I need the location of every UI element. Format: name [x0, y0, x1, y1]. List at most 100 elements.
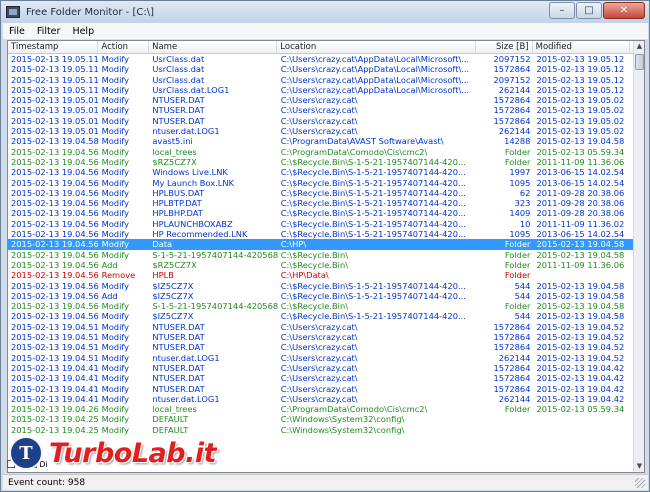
table-row[interactable]: 2015-02-13 19.04.56 Modify S-1-5-21-195740… — [8, 301, 634, 311]
cell-size: Folder — [504, 301, 531, 312]
scroll-thumb[interactable] — [635, 54, 644, 70]
table-row[interactable]: 2015-02-13 19.05.11 Modify UsrClass.dat C:\… — [8, 75, 634, 85]
cell-location: C:\$Recycle.Bin\ — [280, 249, 348, 260]
table-row[interactable]: 2015-02-13 19.04.56 Modify $IZ5CZ7X C:\$Rec… — [8, 281, 634, 291]
table-row[interactable]: 2015-02-13 19.04.56 Modify HPLBTP.DAT C:\$R… — [8, 198, 634, 208]
cell-location: C:\Users\crazy.cat\ — [280, 342, 358, 353]
cell-action: Add — [101, 259, 118, 270]
cell-modified: 2015-02-13 19.04.58 — [536, 249, 625, 260]
table-row[interactable]: 2015-02-13 19.04.56 Modify $RZ5CZ7X C:\$Rec… — [8, 157, 634, 167]
cell-modified: 2011-09-28 20.38.06 — [536, 187, 625, 198]
cell-action: Modify — [101, 342, 130, 353]
table-row[interactable]: 2015-02-13 19.04.56 Add $RZ5CZ7X C:\$Recycl… — [8, 260, 634, 270]
table-row[interactable]: 2015-02-13 19.04.56 Modify HPLAUNCHBOXABZ C… — [8, 219, 634, 229]
list-header: Timestamp Action Name Location Size [B] … — [8, 41, 635, 54]
cell-location: C:\Users\crazy.cat\ — [280, 352, 358, 363]
vertical-scrollbar[interactable]: ▲ ▼ — [633, 41, 644, 472]
cell-name: S-1-5-21-1957407144-420568... — [152, 301, 278, 312]
table-row[interactable]: 2015-02-13 19.04.56 Modify HPLBUS.DAT C:\$R… — [8, 188, 634, 198]
cell-action: Modify — [101, 239, 130, 250]
cell-action: Modify — [101, 404, 130, 415]
cell-size: 1095 — [509, 177, 531, 188]
column-header-timestamp[interactable]: Timestamp — [8, 41, 99, 54]
cell-modified: 2015-02-13 19.04.58 — [536, 280, 625, 291]
cell-modified: 2015-02-13 19.04.58 — [536, 301, 625, 312]
cell-name: NTUSER.DAT — [152, 332, 205, 343]
table-row[interactable]: 2015-02-13 19.04.41 Modify NTUSER.DAT C:\Us… — [8, 384, 634, 394]
event-count: Event count: 958 — [8, 477, 86, 488]
cell-action: Remove — [101, 270, 136, 281]
menu-bar: File Filter Help — [3, 23, 648, 40]
table-row[interactable]: 2015-02-13 19.04.51 Modify NTUSER.DAT C:\Us… — [8, 342, 634, 352]
table-row[interactable]: 2015-02-13 19.04.56 Modify Windows Live.LN… — [8, 167, 634, 177]
table-row[interactable]: 2015-02-13 19.04.41 Modify NTUSER.DAT C:\Us… — [8, 373, 634, 383]
cell-name: NTUSER.DAT — [152, 105, 205, 116]
table-row[interactable]: 2015-02-13 19.04.56 Modify $IZ5CZ7X C:\$Rec… — [8, 311, 634, 321]
table-row[interactable]: 2015-02-13 19.04.56 Modify local_trees C:\P… — [8, 147, 634, 157]
cell-location: C:\$Recycle.Bin\S-1-5-21-1957407144-420.… — [280, 177, 466, 188]
column-header-size[interactable]: Size [B] — [476, 41, 533, 54]
table-row[interactable]: 2015-02-13 19.05.01 Modify NTUSER.DAT C:\Us… — [8, 95, 634, 105]
cell-action: Modify — [101, 95, 130, 106]
table-row[interactable]: 2015-02-13 19.04.41 Modify ntuser.dat.LOG1… — [8, 394, 634, 404]
menu-file[interactable]: File — [3, 26, 31, 37]
table-row[interactable]: 2015-02-13 19.04.25 Modify DEFAULT C:\Windo… — [8, 414, 634, 424]
table-row[interactable]: 2015-02-13 19.04.51 Modify NTUSER.DAT C:\Us… — [8, 322, 634, 332]
scroll-up-arrow-icon[interactable]: ▲ — [634, 41, 644, 52]
table-row[interactable]: 2015-02-13 19.05.11 Modify UsrClass.dat.LO… — [8, 85, 634, 95]
table-row[interactable]: 2015-02-13 19.04.56 Modify S-1-5-21-195740… — [8, 250, 634, 260]
cell-modified: 2011-11-09 11.36.06 — [536, 156, 625, 167]
table-row[interactable]: 2015-02-13 19.05.11 Modify UsrClass.dat C:\… — [8, 64, 634, 74]
table-row[interactable]: 2015-02-13 19.04.56 Modify HPLBHP.DAT C:\$R… — [8, 208, 634, 218]
minimize-button[interactable]: – — [549, 2, 575, 19]
table-row[interactable]: 2015-02-13 19.04.26 Modify local_trees C:\P… — [8, 404, 634, 414]
menu-filter[interactable]: Filter — [31, 26, 67, 37]
close-button[interactable]: ✕ — [603, 2, 645, 19]
cell-name: Data — [152, 239, 173, 250]
table-row[interactable]: 2015-02-13 19.05.01 Modify NTUSER.DAT C:\Us… — [8, 105, 634, 115]
column-header-modified[interactable]: Modified — [533, 41, 631, 54]
event-list[interactable]: Timestamp Action Name Location Size [B] … — [7, 40, 645, 473]
table-row[interactable]: 2015-02-13 19.04.41 Modify NTUSER.DAT C:\Us… — [8, 363, 634, 373]
table-row[interactable]: 2015-02-13 19.04.58 Modify avast5.ini C:\Pr… — [8, 136, 634, 146]
table-row[interactable]: 2015-02-13 19.04.56 Modify My Launch Box.L… — [8, 178, 634, 188]
table-row[interactable]: 2015-02-13 19.04.56 Modify HP Recommended.… — [8, 229, 634, 239]
menu-help[interactable]: Help — [66, 26, 100, 37]
cell-timestamp: 2015-02-13 19.04.56 — [11, 249, 99, 260]
table-row[interactable]: 2015-02-13 19.04.51 Modify ntuser.dat.LOG1… — [8, 353, 634, 363]
cell-modified: 2011-09-28 20.38.06 — [536, 198, 625, 209]
cell-size: Folder — [504, 270, 531, 281]
table-row[interactable]: 2015-02-13 19.04.51 Modify NTUSER.DAT C:\Us… — [8, 332, 634, 342]
cell-action: Modify — [101, 167, 130, 178]
column-header-action[interactable]: Action — [98, 41, 150, 54]
column-header-name[interactable]: Name — [149, 41, 278, 54]
resize-grip-icon[interactable] — [635, 478, 645, 488]
cell-name: NTUSER.DAT — [152, 383, 205, 394]
cell-timestamp: 2015-02-13 19.04.56 — [11, 239, 99, 250]
scroll-down-arrow-icon[interactable]: ▼ — [634, 461, 644, 472]
title-bar[interactable]: Free Folder Monitor - [C:\] – □ ✕ — [1, 1, 649, 23]
cell-name: NTUSER.DAT — [152, 321, 205, 332]
cell-timestamp: 2015-02-13 19.04.56 — [11, 280, 99, 291]
cell-timestamp: 2015-02-13 19.04.56 — [11, 198, 99, 209]
cell-modified: 2015-02-13 19.04.52 — [536, 321, 625, 332]
cell-action: Modify — [101, 383, 130, 394]
cell-location: C:\Users\crazy.cat\ — [280, 332, 358, 343]
cell-name: UsrClass.dat.LOG1 — [152, 84, 230, 95]
cell-timestamp: 2015-02-13 19.04.56 — [11, 311, 99, 322]
table-row[interactable]: 2015-02-13 19.04.56 Remove HPLB C:\HP\Data\… — [8, 270, 634, 280]
cell-location: C:\$Recycle.Bin\S-1-5-21-1957407144-420.… — [280, 187, 466, 198]
table-row[interactable]: 2015-02-13 19.04.56 Modify Data C:\HP\ Folde… — [8, 239, 634, 250]
column-header-location[interactable]: Location — [277, 41, 476, 54]
cell-size: 62 — [519, 187, 531, 198]
cell-modified: 2015-02-13 19.04.58 — [536, 239, 625, 250]
cell-timestamp: 2015-02-13 19.04.56 — [11, 290, 99, 301]
table-row[interactable]: 2015-02-13 19.05.01 Modify NTUSER.DAT C:\Us… — [8, 116, 634, 126]
maximize-button[interactable]: □ — [576, 2, 602, 19]
cell-action: Modify — [101, 301, 130, 312]
table-row[interactable]: 2015-02-13 19.05.01 Modify ntuser.dat.LOG1… — [8, 126, 634, 136]
cell-name: local_trees — [152, 146, 197, 157]
table-row[interactable]: 2015-02-13 19.04.56 Add $IZ5CZ7X C:\$Recycl… — [8, 291, 634, 301]
cell-size: 2097152 — [493, 54, 531, 64]
table-row[interactable]: 2015-02-13 19.05.11 Modify UsrClass.dat C:\… — [8, 54, 634, 64]
